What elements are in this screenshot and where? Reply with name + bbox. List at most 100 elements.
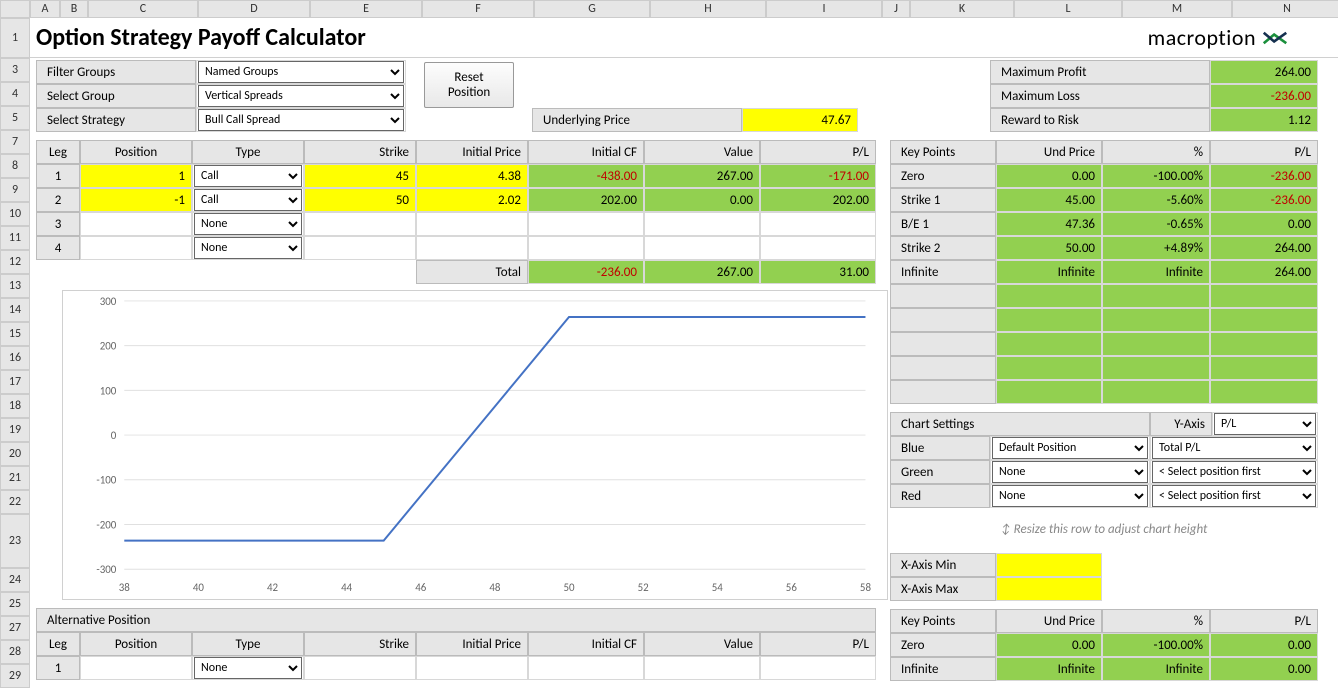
row-header-28[interactable]: 28 — [0, 640, 30, 664]
row-header-16[interactable]: 16 — [0, 346, 30, 370]
payoff-chart: -300-200-1000100200300384042444648505254… — [62, 290, 888, 600]
col-header-M[interactable]: M — [1122, 0, 1232, 18]
col-header-F[interactable]: F — [422, 0, 534, 18]
col-header-A[interactable]: A — [30, 0, 60, 18]
leg-strike-input[interactable] — [304, 236, 416, 260]
xaxis-max-input[interactable] — [996, 577, 1102, 601]
col-header-B[interactable]: B — [60, 0, 88, 18]
kp-pl: 0.00 — [1210, 212, 1318, 236]
kp-hdr-name: Key Points — [890, 140, 996, 164]
kp-blank — [890, 356, 996, 380]
leg-strike-input[interactable] — [304, 212, 416, 236]
row-header-22[interactable]: 22 — [0, 490, 30, 514]
row-header-23[interactable]: 23 — [0, 514, 30, 568]
row-header-14[interactable]: 14 — [0, 298, 30, 322]
leg-iprice-input[interactable] — [416, 212, 528, 236]
row-header-27[interactable]: 27 — [0, 616, 30, 640]
col-header-G[interactable]: G — [534, 0, 650, 18]
green-pl-select[interactable]: < Select position first — [1152, 461, 1316, 483]
kp-blank — [1210, 284, 1318, 308]
leg-type-select[interactable]: Call — [194, 189, 302, 211]
row-header-21[interactable]: 21 — [0, 466, 30, 490]
leg-pos-input[interactable]: -1 — [80, 188, 192, 212]
leg-pos-input[interactable] — [80, 212, 192, 236]
leg-iprice-input[interactable]: 4.38 — [416, 164, 528, 188]
leg-pos-input[interactable]: 1 — [80, 164, 192, 188]
alt-type-select[interactable]: None — [194, 657, 302, 679]
reset-position-button[interactable]: ResetPosition — [424, 62, 514, 108]
row-header-9[interactable]: 9 — [0, 178, 30, 202]
row-header-4[interactable]: 4 — [0, 82, 30, 106]
svg-text:-300: -300 — [96, 563, 116, 576]
col-header-C[interactable]: C — [88, 0, 198, 18]
kp-price: Infinite — [996, 657, 1102, 681]
kp-name: Strike 2 — [890, 236, 996, 260]
totals-val: 267.00 — [644, 260, 760, 284]
svg-text:44: 44 — [341, 581, 353, 594]
row-header-11[interactable]: 11 — [0, 226, 30, 250]
select-group-label: Select Group — [36, 84, 196, 108]
leg-num: 4 — [36, 236, 80, 260]
row-header-17[interactable]: 17 — [0, 370, 30, 394]
col-header-J[interactable]: J — [882, 0, 910, 18]
reward-risk-label: Reward to Risk — [990, 108, 1210, 132]
red-pos-select[interactable]: None — [992, 485, 1148, 507]
leg-pos-input[interactable] — [80, 236, 192, 260]
row-header-1[interactable]: 1 — [0, 18, 30, 58]
col-header-N[interactable]: N — [1232, 0, 1338, 18]
row-header-8[interactable]: 8 — [0, 154, 30, 178]
row-header-13[interactable]: 13 — [0, 274, 30, 298]
leg-icf: 202.00 — [528, 188, 644, 212]
kp-blank — [890, 380, 996, 404]
col-header-K[interactable]: K — [910, 0, 1014, 18]
row-header-10[interactable]: 10 — [0, 202, 30, 226]
col-header-L[interactable]: L — [1014, 0, 1122, 18]
filter-groups-select[interactable]: Named Groups — [198, 61, 404, 83]
green-pos-select[interactable]: None — [992, 461, 1148, 483]
leg-icf: -438.00 — [528, 164, 644, 188]
kp-blank — [1210, 308, 1318, 332]
leg-type-select[interactable]: Call — [194, 165, 302, 187]
row-header-18[interactable]: 18 — [0, 394, 30, 418]
leg-hdr-iprice: Initial Price — [416, 140, 528, 164]
leg-strike-input[interactable]: 45 — [304, 164, 416, 188]
col-header-H[interactable]: H — [650, 0, 766, 18]
leg-strike-input[interactable]: 50 — [304, 188, 416, 212]
row-header-29[interactable]: 29 — [0, 664, 30, 688]
col-header-D[interactable]: D — [198, 0, 310, 18]
row-header-15[interactable]: 15 — [0, 322, 30, 346]
select-group-select[interactable]: Vertical Spreads — [198, 85, 404, 107]
kp-blank — [996, 356, 1102, 380]
leg-type-select[interactable]: None — [194, 237, 302, 259]
select-strategy-select[interactable]: Bull Call Spread — [198, 109, 404, 131]
row-header-12[interactable]: 12 — [0, 250, 30, 274]
col-header-E[interactable]: E — [310, 0, 422, 18]
red-pl-select[interactable]: < Select position first — [1152, 485, 1316, 507]
underlying-price-input[interactable]: 47.67 — [742, 108, 858, 132]
row-header-25[interactable]: 25 — [0, 592, 30, 616]
leg-pl: -171.00 — [760, 164, 876, 188]
blue-pos-select[interactable]: Default Position — [992, 437, 1148, 459]
kp-pl: 264.00 — [1210, 260, 1318, 284]
kp-blank — [996, 284, 1102, 308]
xaxis-min-input[interactable] — [996, 553, 1102, 577]
kp-pl: 0.00 — [1210, 657, 1318, 681]
kp-hdr-price: Und Price — [996, 140, 1102, 164]
row-header-24[interactable]: 24 — [0, 568, 30, 592]
svg-text:52: 52 — [638, 581, 650, 594]
row-header-3[interactable]: 3 — [0, 58, 30, 82]
row-header-7[interactable]: 7 — [0, 130, 30, 154]
alt-pos-input[interactable] — [80, 656, 192, 680]
leg-iprice-input[interactable] — [416, 236, 528, 260]
kp-blank — [1102, 356, 1210, 380]
row-header-5[interactable]: 5 — [0, 106, 30, 130]
row-header-19[interactable]: 19 — [0, 418, 30, 442]
page-title: Option Strategy Payoff Calculator — [36, 23, 366, 52]
blue-pl-select[interactable]: Total P/L — [1152, 437, 1316, 459]
row-header-20[interactable]: 20 — [0, 442, 30, 466]
yaxis-select[interactable]: P/L — [1214, 413, 1316, 435]
leg-type-select[interactable]: None — [194, 213, 302, 235]
leg-iprice-input[interactable]: 2.02 — [416, 188, 528, 212]
col-header-I[interactable]: I — [766, 0, 882, 18]
kp-hdr-pct: % — [1102, 140, 1210, 164]
